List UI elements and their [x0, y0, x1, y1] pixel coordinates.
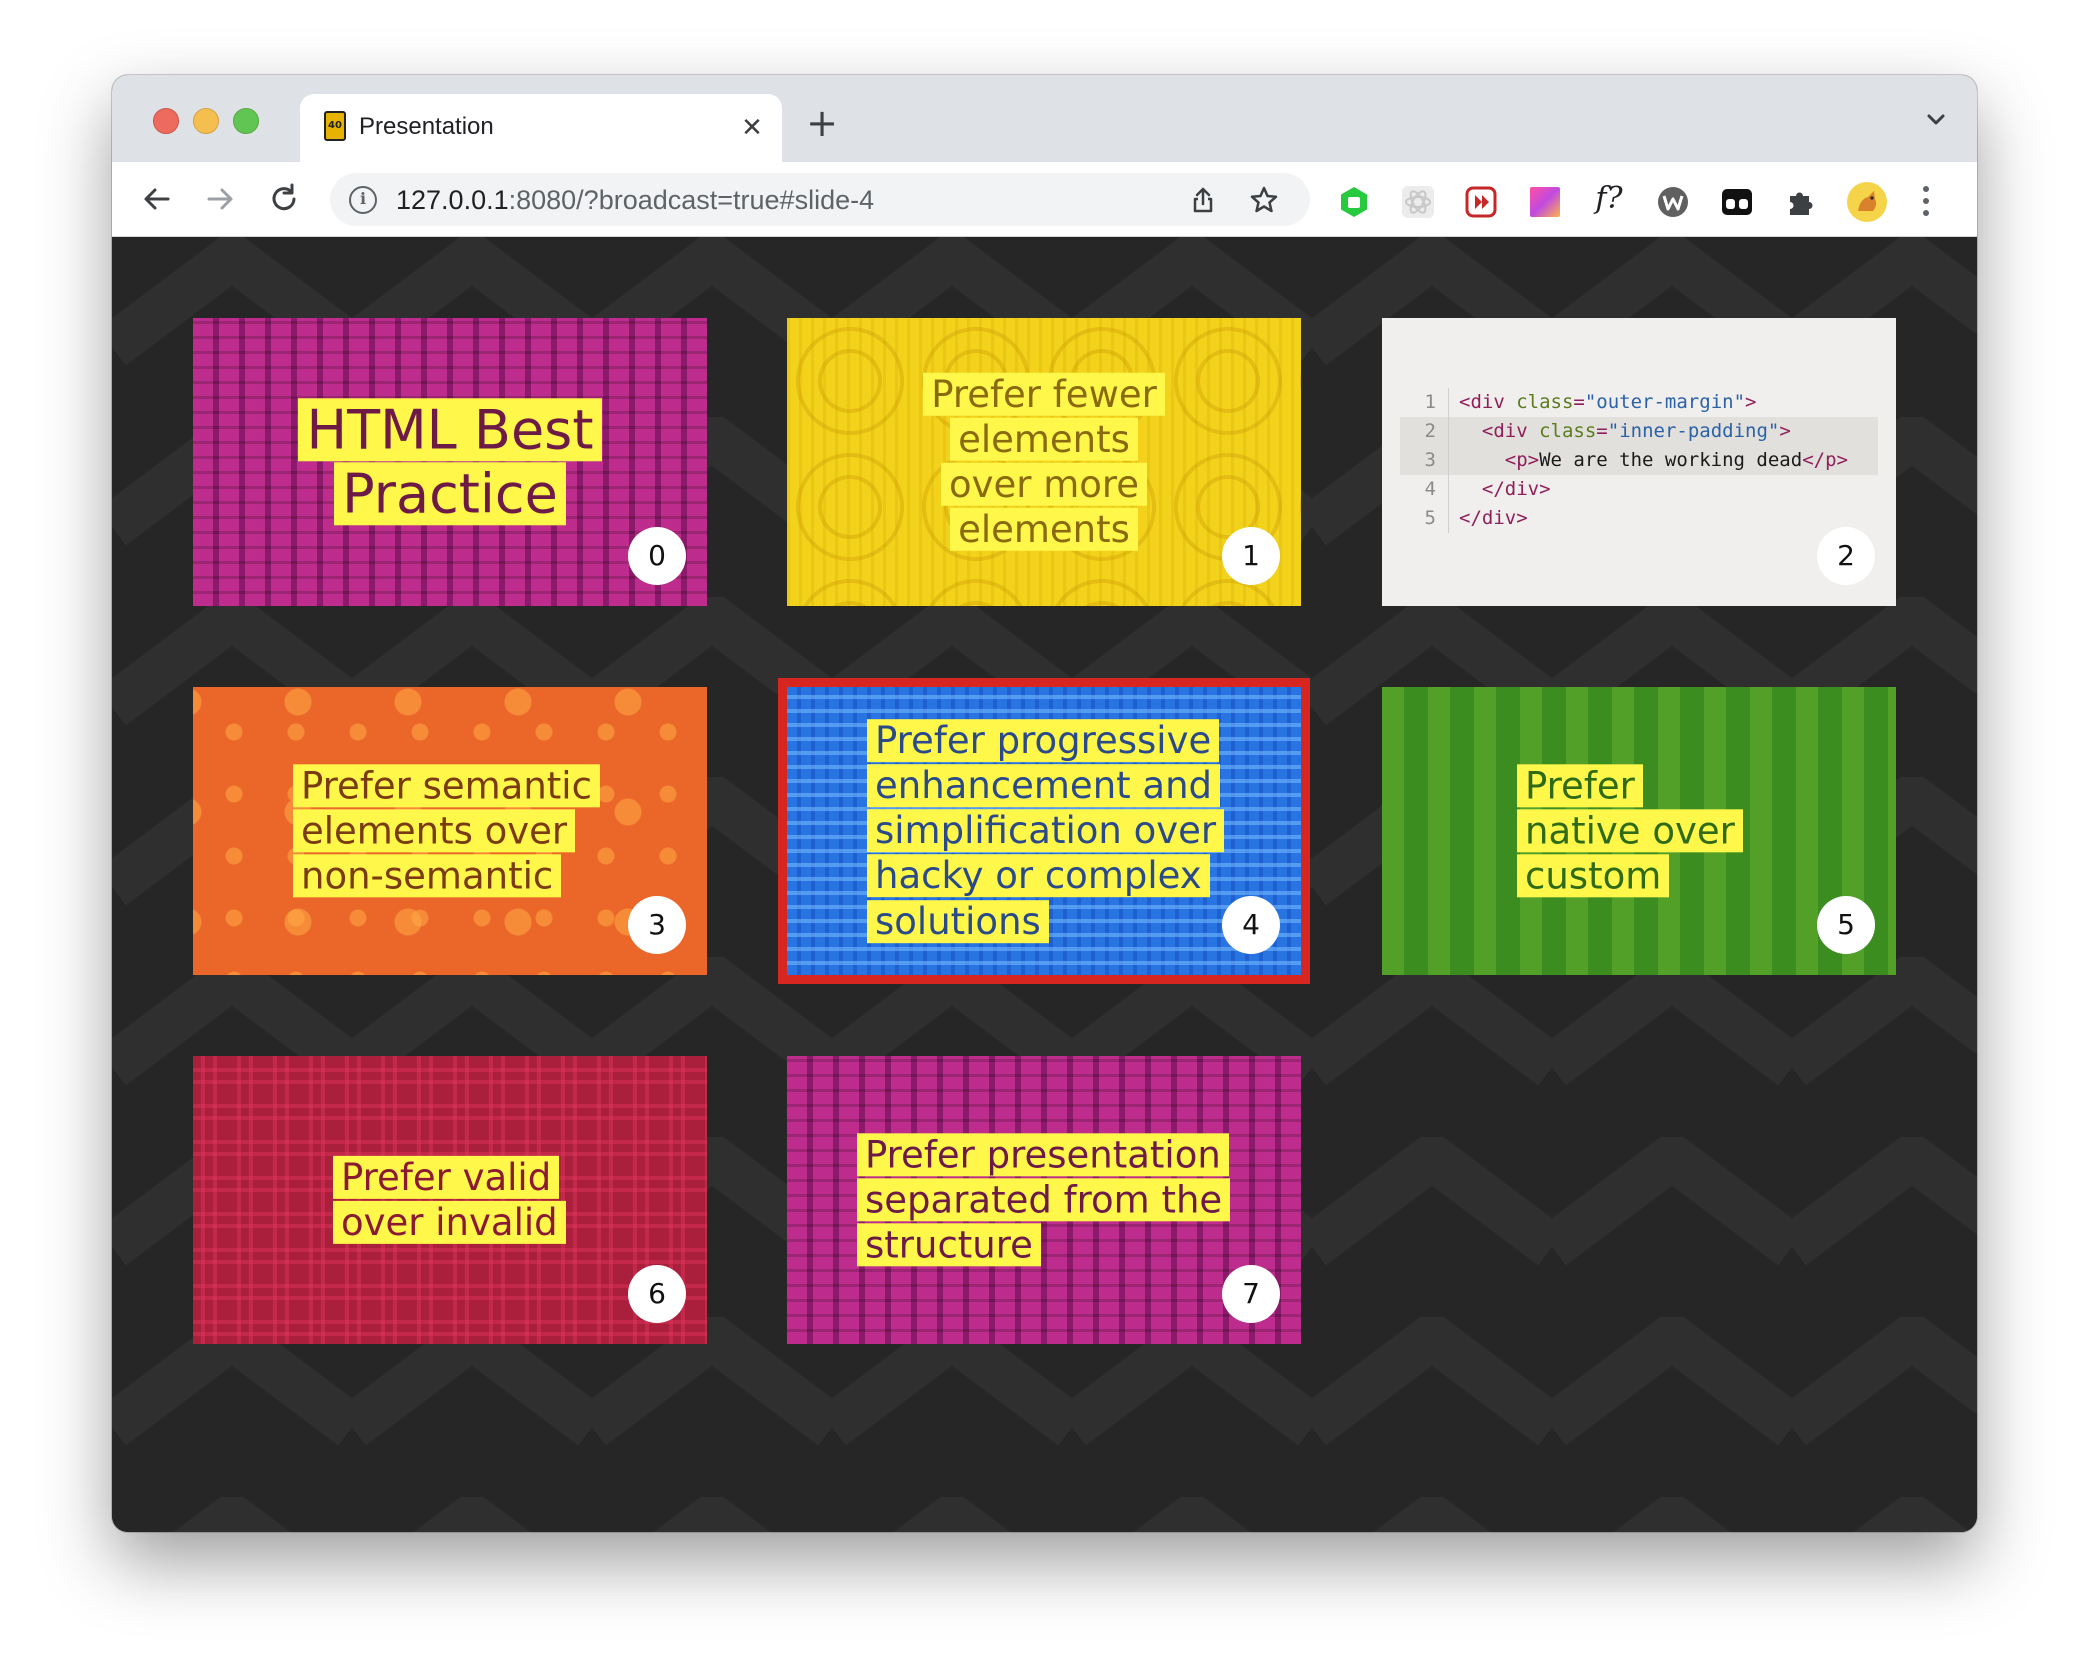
extension-green-hand-icon[interactable]: [1337, 185, 1371, 219]
extensions-puzzle-icon[interactable]: [1784, 185, 1818, 219]
extension-glasses-icon[interactable]: [1720, 185, 1754, 219]
back-arrow-icon[interactable]: [138, 180, 176, 218]
slides-overview: HTML Best Practice 0 Prefer fewer elemen…: [112, 237, 1977, 1532]
slide-thumbnail-3[interactable]: Prefer semantic elements over non-semant…: [193, 687, 707, 975]
code-line: 2 <div class="inner-padding">: [1400, 417, 1878, 446]
slide-title: Prefer fewer elements over more elements: [787, 372, 1301, 553]
slide-thumbnail-2[interactable]: 1 <div class="outer-margin"> 2 <div class=…: [1382, 318, 1896, 606]
slide-title: Prefer native over custom: [1382, 763, 1896, 898]
slide-title: Prefer presentation separated from the s…: [787, 1132, 1301, 1267]
code-line-number: 4: [1400, 475, 1449, 504]
favicon-icon: 40: [324, 111, 346, 141]
slide-thumbnail-6[interactable]: Prefer valid over invalid 6: [193, 1056, 707, 1344]
code-line: 3 <p>We are the working dead</p>: [1400, 446, 1878, 475]
title-bar: 40 Presentation ✕ +: [112, 75, 1977, 162]
slide-thumbnail-4[interactable]: Prefer progressive enhancement and simpl…: [778, 678, 1310, 984]
maximize-window-button[interactable]: [233, 108, 259, 134]
code-text: <p>We are the working dead</p>: [1504, 449, 1848, 471]
address-bar[interactable]: i 127.0.0.1:8080/?broadcast=true#slide-4: [330, 173, 1310, 226]
star-icon[interactable]: [1248, 184, 1280, 216]
code-line-number: 2: [1400, 417, 1449, 446]
url-path: :8080/?broadcast=true#slide-4: [508, 185, 875, 215]
slide-number-badge: 3: [628, 896, 686, 954]
slide-title: Prefer progressive enhancement and simpl…: [787, 718, 1301, 944]
slide-number-badge: 6: [628, 1265, 686, 1323]
slide-thumbnail-0[interactable]: HTML Best Practice 0: [193, 318, 707, 606]
share-icon[interactable]: [1188, 185, 1218, 215]
code-text: <div class="outer-margin">: [1459, 391, 1757, 413]
profile-avatar[interactable]: [1846, 181, 1888, 223]
slide-number-badge: 2: [1817, 527, 1875, 585]
slide-thumbnail-5[interactable]: Prefer native over custom 5: [1382, 687, 1896, 975]
slide-thumbnail-1[interactable]: Prefer fewer elements over more elements…: [787, 318, 1301, 606]
code-line-number: 1: [1400, 388, 1449, 417]
code-line: 4 </div>: [1400, 475, 1848, 504]
browser-toolbar: i 127.0.0.1:8080/?broadcast=true#slide-4: [112, 162, 1977, 237]
browser-window: 40 Presentation ✕ + i 127.0.0.1:8080/?br…: [112, 75, 1977, 1532]
slide-title: Prefer valid over invalid: [193, 1155, 707, 1245]
extension-red-play-icon[interactable]: [1464, 185, 1498, 219]
tab-search-chevron-icon[interactable]: [1921, 105, 1951, 135]
slide-number-badge: 0: [628, 527, 686, 585]
extension-w-icon[interactable]: [1656, 185, 1690, 219]
slide-thumbnail-7[interactable]: Prefer presentation separated from the s…: [787, 1056, 1301, 1344]
site-info-icon[interactable]: i: [349, 186, 377, 214]
slide-number-badge: 4: [1222, 896, 1280, 954]
slide-number-badge: 7: [1222, 1265, 1280, 1323]
code-text: </div>: [1459, 507, 1528, 529]
browser-tab[interactable]: 40 Presentation ✕: [300, 94, 782, 162]
slide-number-badge: 1: [1222, 527, 1280, 585]
reload-icon[interactable]: [265, 180, 303, 218]
code-line-number: 3: [1400, 446, 1449, 475]
code-line: 5 </div>: [1400, 504, 1848, 533]
code-block: 1 <div class="outer-margin"> 2 <div class=…: [1400, 388, 1878, 533]
kebab-menu-icon[interactable]: [1922, 182, 1930, 218]
extension-gradient-icon[interactable]: [1528, 185, 1562, 219]
extension-react-icon[interactable]: [1401, 185, 1435, 219]
url-text[interactable]: 127.0.0.1:8080/?broadcast=true#slide-4: [396, 185, 874, 216]
extension-font-icon[interactable]: f?: [1592, 182, 1626, 216]
close-window-button[interactable]: [153, 108, 179, 134]
url-host: 127.0.0.1: [396, 185, 509, 215]
code-text: <div class="inner-padding">: [1481, 420, 1791, 442]
tab-close-icon[interactable]: ✕: [738, 114, 766, 142]
code-text: </div>: [1481, 478, 1551, 500]
slide-title: HTML Best Practice: [193, 398, 707, 525]
tab-title: Presentation: [359, 113, 494, 140]
slide-number-badge: 5: [1817, 896, 1875, 954]
code-line: 1 <div class="outer-margin">: [1400, 388, 1848, 417]
slide-title: Prefer semantic elements over non-semant…: [193, 763, 707, 898]
code-line-number: 5: [1400, 504, 1449, 533]
minimize-window-button[interactable]: [193, 108, 219, 134]
forward-arrow-icon[interactable]: [201, 180, 239, 218]
new-tab-button[interactable]: +: [802, 103, 842, 143]
